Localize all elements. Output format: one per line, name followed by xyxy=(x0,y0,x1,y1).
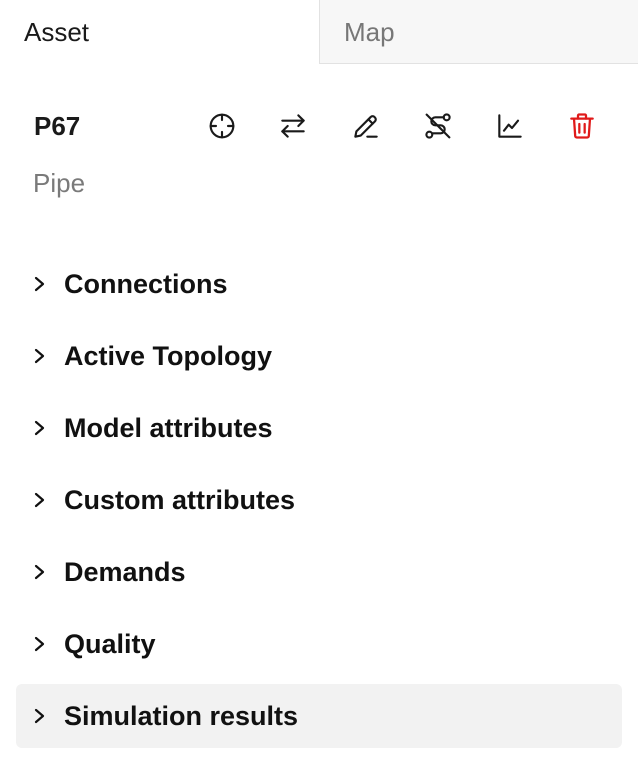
route-off-button[interactable] xyxy=(419,107,457,145)
chart-button[interactable] xyxy=(491,107,529,145)
swap-icon xyxy=(277,110,309,142)
asset-id: P67 xyxy=(34,111,81,141)
swap-direction-button[interactable] xyxy=(274,107,312,145)
chevron-right-icon xyxy=(30,344,50,368)
chevron-right-icon xyxy=(30,272,50,296)
section-label: Custom attributes xyxy=(64,485,296,515)
section-simulation-results[interactable]: Simulation results xyxy=(16,684,622,748)
tab-asset[interactable]: Asset xyxy=(0,0,319,64)
section-quality[interactable]: Quality xyxy=(16,612,622,676)
tab-bar: Asset Map xyxy=(0,0,638,64)
delete-button[interactable] xyxy=(563,107,601,145)
asset-type: Pipe xyxy=(33,168,86,198)
chevron-right-icon xyxy=(30,560,50,584)
trash-icon xyxy=(566,110,598,142)
section-label: Model attributes xyxy=(64,413,273,443)
chart-line-icon xyxy=(494,110,526,142)
section-label: Demands xyxy=(64,557,186,587)
section-label: Quality xyxy=(64,629,156,659)
section-label: Active Topology xyxy=(64,341,273,371)
section-label: Simulation results xyxy=(64,701,299,731)
section-connections[interactable]: Connections xyxy=(16,252,622,316)
tab-map[interactable]: Map xyxy=(319,0,638,64)
locate-button[interactable] xyxy=(203,107,241,145)
section-custom-attributes[interactable]: Custom attributes xyxy=(16,468,622,532)
section-active-topology[interactable]: Active Topology xyxy=(16,324,622,388)
section-model-attributes[interactable]: Model attributes xyxy=(16,396,622,460)
chevron-right-icon xyxy=(30,416,50,440)
crosshair-icon xyxy=(206,110,238,142)
chevron-right-icon xyxy=(30,632,50,656)
route-off-icon xyxy=(422,110,454,142)
edit-icon xyxy=(350,110,382,142)
section-demands[interactable]: Demands xyxy=(16,540,622,604)
chevron-right-icon xyxy=(30,488,50,512)
edit-button[interactable] xyxy=(347,107,385,145)
section-label: Connections xyxy=(64,269,228,299)
chevron-right-icon xyxy=(30,704,50,728)
